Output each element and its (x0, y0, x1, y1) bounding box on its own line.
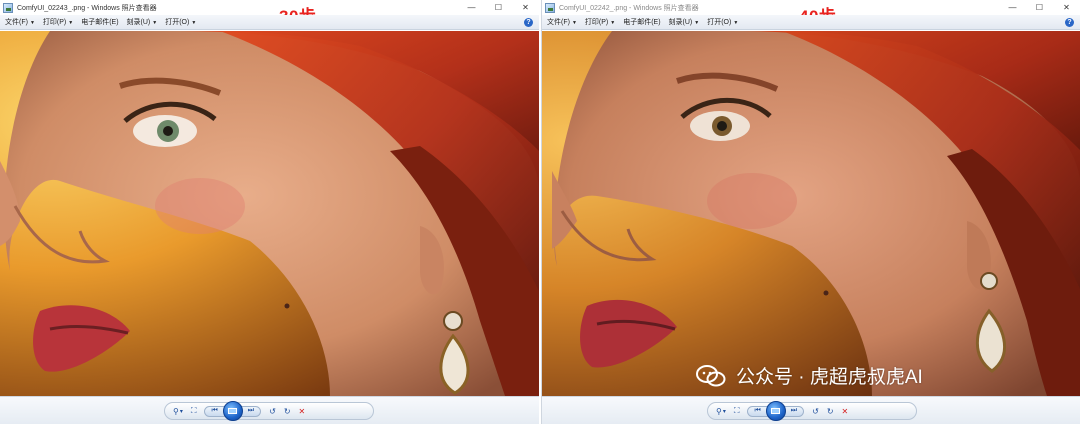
zoom-button[interactable]: ⚲ ▾ (716, 405, 726, 417)
photo-viewer-window-right: ComfyUI_02242_.png - Windows 照片查看器 — ☐ ✕… (541, 0, 1080, 424)
menu-open[interactable]: 打开(O) ▼ (165, 17, 196, 27)
menu-burn[interactable]: 刻录(U) ▼ (669, 17, 700, 27)
menu-email-label: 电子邮件(E) (81, 19, 119, 26)
chevron-down-icon: ▾ (179, 408, 183, 415)
viewer-toolbar: ⚲ ▾ ⛶ ⏮ ⏭ ↺ ↻ ✕ (164, 401, 374, 421)
chevron-down-icon: ▼ (191, 20, 197, 26)
photo-area (0, 31, 539, 396)
help-icon[interactable]: ? (1065, 18, 1074, 27)
title-bar[interactable]: ComfyUI_02243_.png - Windows 照片查看器 — ☐ ✕ (0, 0, 539, 15)
menu-print[interactable]: 打印(P) ▼ (585, 17, 615, 27)
watermark: 公众号 · 虎超虎叔虎AI (696, 362, 923, 389)
menu-open-label: 打开(O) (707, 19, 732, 26)
zoom-button[interactable]: ⚲ ▾ (173, 405, 183, 417)
menu-file[interactable]: 文件(F) ▼ (5, 17, 35, 27)
window-title: ComfyUI_02242_.png - Windows 照片查看器 (559, 4, 699, 12)
help-icon[interactable]: ? (524, 18, 533, 27)
watermark-text: 公众号 · 虎超虎叔虎AI (736, 367, 923, 388)
menu-file-label: 文件(F) (547, 19, 570, 26)
chevron-down-icon: ▼ (68, 20, 74, 26)
portrait-image (0, 31, 539, 396)
photo-viewer-app-icon (545, 2, 555, 13)
actual-size-button[interactable]: ⛶ (191, 405, 197, 417)
rotate-counterclockwise-button[interactable]: ↺ (269, 405, 276, 417)
viewer-toolbar: ⚲ ▾ ⛶ ⏮ ⏭ ↺ ↻ ✕ (707, 401, 917, 421)
chevron-down-icon: ▾ (722, 408, 726, 415)
chevron-down-icon: ▼ (152, 20, 158, 26)
magnifier-icon: ⚲ (716, 406, 722, 416)
navigation-group: ⏮ ⏭ (747, 401, 805, 421)
slideshow-button[interactable] (765, 401, 786, 421)
photo-viewer-app-icon (3, 2, 13, 13)
rotate-clockwise-button[interactable]: ↻ (284, 405, 291, 417)
chevron-down-icon: ▼ (733, 20, 739, 26)
next-button[interactable]: ⏭ (791, 407, 797, 415)
delete-button[interactable]: ✕ (842, 405, 849, 417)
menu-bar: 文件(F) ▼ 打印(P) ▼ 电子邮件(E) 刻录(U) ▼ 打开(O) ▼ ? (0, 15, 539, 30)
menu-bar: 文件(F) ▼ 打印(P) ▼ 电子邮件(E) 刻录(U) ▼ 打开(O) ▼ ? (542, 15, 1080, 30)
rotate-clockwise-button[interactable]: ↻ (827, 405, 834, 417)
actual-size-button[interactable]: ⛶ (734, 405, 740, 417)
close-button[interactable]: ✕ (512, 0, 539, 15)
menu-burn[interactable]: 刻录(U) ▼ (127, 17, 158, 27)
bottom-toolbar-area: ⚲ ▾ ⛶ ⏮ ⏭ ↺ ↻ ✕ (0, 396, 539, 424)
menu-burn-label: 刻录(U) (668, 19, 693, 26)
caption-buttons: — ☐ ✕ (999, 0, 1080, 15)
close-button[interactable]: ✕ (1053, 0, 1080, 15)
fit-to-window-icon: ⛶ (733, 406, 740, 415)
menu-file-label: 文件(F) (5, 19, 28, 26)
slideshow-icon (228, 408, 238, 414)
portrait-image (542, 31, 1080, 396)
chevron-down-icon: ▼ (694, 20, 700, 26)
maximize-button[interactable]: ☐ (485, 0, 512, 15)
minimize-button[interactable]: — (458, 0, 485, 15)
chevron-down-icon: ▼ (571, 20, 577, 26)
photo-viewer-window-left: ComfyUI_02243_.png - Windows 照片查看器 — ☐ ✕… (0, 0, 539, 424)
previous-button[interactable]: ⏮ (754, 407, 760, 415)
menu-email[interactable]: 电子邮件(E) (81, 17, 118, 27)
menu-file[interactable]: 文件(F) ▼ (547, 17, 577, 27)
menu-print-label: 打印(P) (584, 19, 609, 26)
menu-open-label: 打开(O) (165, 19, 190, 26)
navigation-group: ⏮ ⏭ (204, 401, 262, 421)
bottom-toolbar-area: ⚲ ▾ ⛶ ⏮ ⏭ ↺ ↻ ✕ (542, 396, 1080, 424)
maximize-button[interactable]: ☐ (1026, 0, 1053, 15)
menu-open[interactable]: 打开(O) ▼ (707, 17, 738, 27)
chevron-down-icon: ▼ (610, 20, 616, 26)
rotate-counterclockwise-button[interactable]: ↺ (812, 405, 819, 417)
photo-area (542, 31, 1080, 396)
slideshow-button[interactable] (222, 401, 243, 421)
caption-buttons: — ☐ ✕ (458, 0, 539, 15)
menu-burn-label: 刻录(U) (126, 19, 151, 26)
chevron-down-icon: ▼ (29, 20, 35, 26)
delete-button[interactable]: ✕ (299, 405, 306, 417)
menu-print-label: 打印(P) (42, 19, 67, 26)
wechat-icon (696, 364, 726, 386)
slideshow-icon (771, 408, 781, 414)
window-title: ComfyUI_02243_.png - Windows 照片查看器 (17, 4, 157, 12)
minimize-button[interactable]: — (999, 0, 1026, 15)
previous-button[interactable]: ⏮ (211, 407, 217, 415)
menu-email-label: 电子邮件(E) (623, 19, 661, 26)
menu-print[interactable]: 打印(P) ▼ (43, 17, 73, 27)
fit-to-window-icon: ⛶ (190, 406, 197, 415)
magnifier-icon: ⚲ (173, 406, 179, 416)
next-button[interactable]: ⏭ (248, 407, 254, 415)
menu-email[interactable]: 电子邮件(E) (623, 17, 660, 27)
